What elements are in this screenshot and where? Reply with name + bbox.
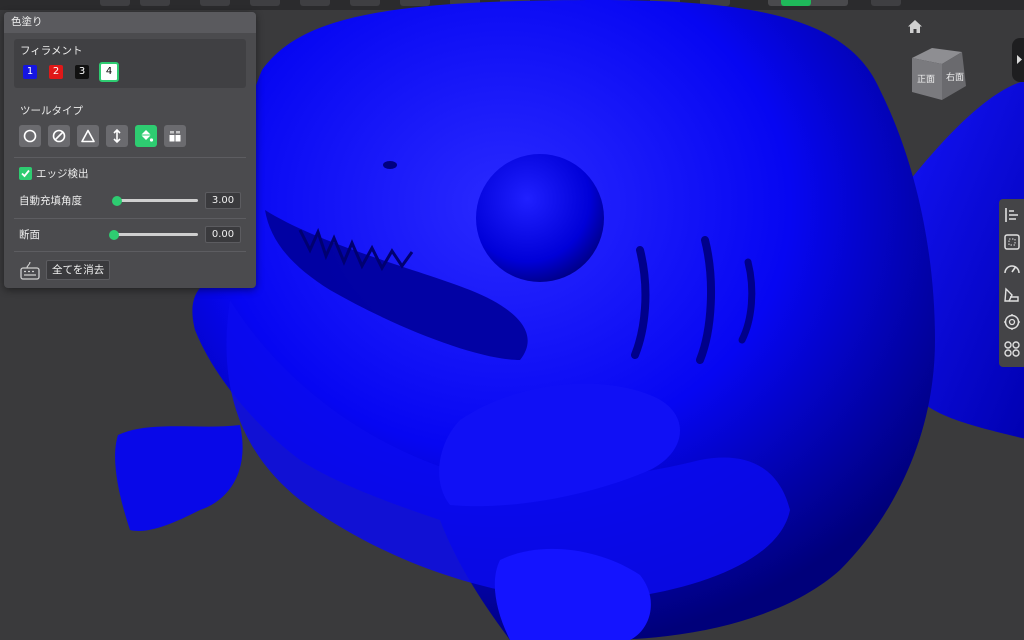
keyboard-shortcut-icon[interactable] xyxy=(19,259,41,281)
view-cube-right[interactable]: 右面 xyxy=(946,71,964,83)
filament-section: フィラメント 1 2 3 4 xyxy=(14,39,246,88)
edge-detect-checkbox[interactable] xyxy=(19,167,32,180)
right-toolbar xyxy=(999,199,1024,367)
home-icon[interactable] xyxy=(906,18,924,36)
layout-button[interactable] xyxy=(1002,232,1022,252)
divider xyxy=(14,251,246,252)
sphere-tool-button[interactable] xyxy=(48,125,70,147)
circle-tool-icon xyxy=(23,129,37,143)
view-cube-front[interactable]: 正面 xyxy=(917,74,935,85)
shark-eye xyxy=(476,154,604,282)
section-value[interactable]: 0.00 xyxy=(205,226,241,243)
shark-nostril xyxy=(383,161,397,169)
slider-thumb[interactable] xyxy=(111,195,122,206)
sidebar-collapse-tab[interactable] xyxy=(1012,38,1024,82)
filament-chip-1[interactable]: 1 xyxy=(23,65,37,79)
triangle-tool-button[interactable] xyxy=(77,125,99,147)
color-paint-panel: 色塗り フィラメント 1 2 3 4 ツールタイプ エッジ検出 自動充填角度 3… xyxy=(4,12,256,288)
panel-title: 色塗り xyxy=(4,12,256,33)
filament-chip-2[interactable]: 2 xyxy=(49,65,63,79)
filament-label: フィラメント xyxy=(20,45,83,57)
arrange-icon xyxy=(1005,208,1018,222)
sphere-tool-icon xyxy=(52,129,66,143)
assembly-button[interactable] xyxy=(1002,339,1022,359)
layout-icon xyxy=(1004,234,1020,250)
gap-fill-tool-button[interactable] xyxy=(164,125,186,147)
auto-fill-angle-label: 自動充填角度 xyxy=(19,195,82,207)
section-slider[interactable] xyxy=(109,229,198,240)
view-cube[interactable]: 正面 右面 xyxy=(908,44,972,104)
gap-fill-tool-icon xyxy=(169,131,181,142)
assembly-icon xyxy=(1004,341,1020,357)
support-button[interactable] xyxy=(1002,312,1022,332)
filament-chip-3[interactable]: 3 xyxy=(75,65,89,79)
speedometer-icon xyxy=(1004,265,1020,274)
arrange-button[interactable] xyxy=(1002,205,1022,225)
support-icon xyxy=(1004,314,1020,330)
speed-button[interactable] xyxy=(1002,259,1022,279)
paint-button[interactable] xyxy=(1002,285,1022,305)
filament-chip-4[interactable]: 4 xyxy=(99,62,119,82)
edge-detect-label: エッジ検出 xyxy=(36,168,89,180)
height-range-tool-button[interactable] xyxy=(106,125,128,147)
tool-type-label: ツールタイプ xyxy=(20,105,83,117)
chevron-right-icon xyxy=(1017,55,1022,64)
shark-left-fin xyxy=(115,425,243,531)
triangle-tool-icon xyxy=(81,129,95,143)
divider xyxy=(14,157,246,158)
divider xyxy=(14,218,246,219)
fill-tool-icon xyxy=(141,130,154,142)
slider-thumb[interactable] xyxy=(109,229,119,240)
section-label: 断面 xyxy=(19,229,40,241)
checkmark-icon xyxy=(21,169,30,178)
clear-all-button[interactable]: 全てを消去 xyxy=(46,260,111,280)
auto-fill-angle-value[interactable]: 3.00 xyxy=(205,192,241,209)
circle-tool-button[interactable] xyxy=(19,125,41,147)
height-range-tool-icon xyxy=(113,128,121,144)
paint-icon xyxy=(1004,287,1019,302)
fill-tool-button[interactable] xyxy=(135,125,157,147)
auto-fill-angle-slider[interactable] xyxy=(111,195,198,206)
